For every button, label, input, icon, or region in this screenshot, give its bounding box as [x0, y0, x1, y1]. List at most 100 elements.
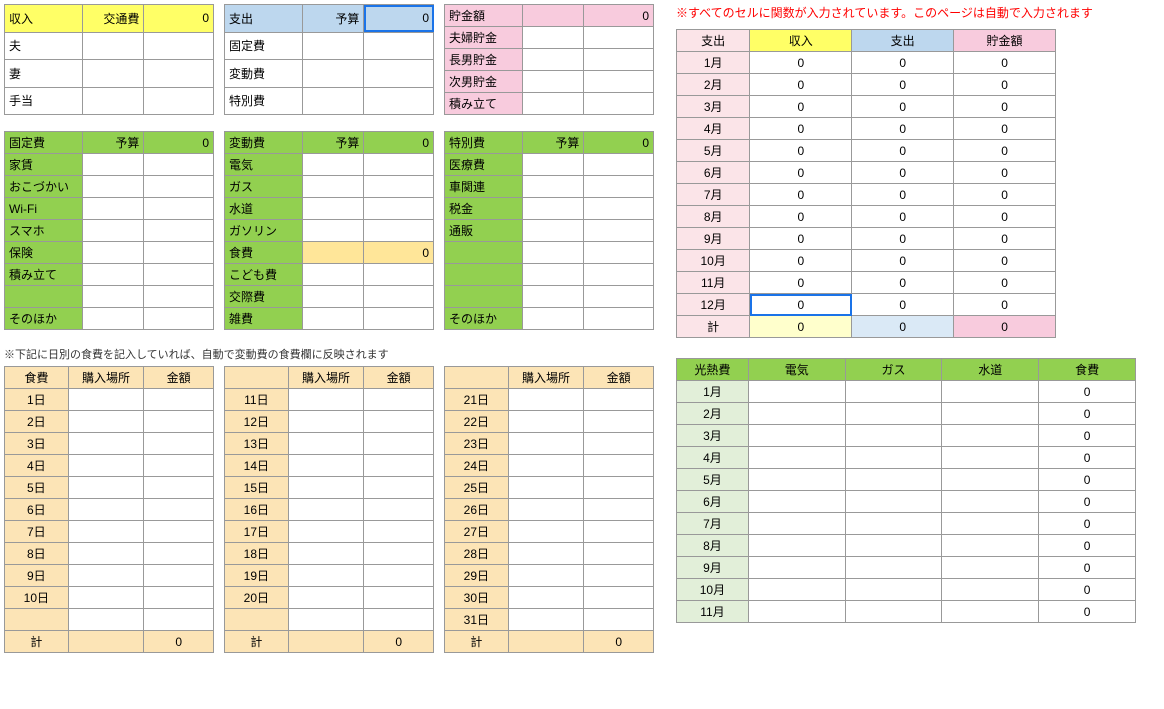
summary-income-cell[interactable]: 0	[750, 118, 852, 140]
daily-place-cell[interactable]	[508, 521, 584, 543]
daily-place-cell[interactable]	[508, 609, 584, 631]
util-elec-cell[interactable]	[748, 513, 845, 535]
daily-amount-cell[interactable]	[584, 521, 654, 543]
daily-amount-cell[interactable]	[144, 389, 214, 411]
daily-place-cell[interactable]	[288, 587, 364, 609]
daily-amount-cell[interactable]	[364, 543, 434, 565]
util-elec-cell[interactable]	[748, 469, 845, 491]
daily-place-cell[interactable]	[508, 411, 584, 433]
util-food-cell[interactable]: 0	[1039, 425, 1136, 447]
summary-income-cell[interactable]: 0	[750, 206, 852, 228]
util-water-cell[interactable]	[942, 491, 1039, 513]
daily-amount-cell[interactable]	[364, 455, 434, 477]
daily-place-cell[interactable]	[288, 543, 364, 565]
cell[interactable]	[584, 49, 654, 71]
cell[interactable]	[82, 87, 144, 115]
util-elec-cell[interactable]	[748, 535, 845, 557]
savings-value[interactable]: 0	[584, 5, 654, 27]
daily-amount-cell[interactable]	[584, 565, 654, 587]
util-gas-cell[interactable]	[845, 491, 942, 513]
summary-savings-cell[interactable]: 0	[954, 118, 1056, 140]
summary-expense-cell[interactable]: 0	[852, 162, 954, 184]
summary-savings-cell[interactable]: 0	[954, 206, 1056, 228]
daily-place-cell[interactable]	[508, 455, 584, 477]
variable-budget-value[interactable]: 0	[364, 132, 434, 154]
daily-amount-cell[interactable]	[144, 543, 214, 565]
util-elec-cell[interactable]	[748, 557, 845, 579]
summary-expense-cell[interactable]: 0	[852, 272, 954, 294]
daily-amount-cell[interactable]	[144, 587, 214, 609]
util-gas-cell[interactable]	[845, 469, 942, 491]
util-elec-cell[interactable]	[748, 491, 845, 513]
special-budget-value[interactable]: 0	[584, 132, 654, 154]
cell[interactable]	[302, 87, 364, 115]
util-water-cell[interactable]	[942, 601, 1039, 623]
util-water-cell[interactable]	[942, 425, 1039, 447]
daily-place-cell[interactable]	[68, 389, 144, 411]
daily-amount-cell[interactable]	[584, 477, 654, 499]
summary-income-cell[interactable]: 0	[750, 96, 852, 118]
daily-place-cell[interactable]	[288, 521, 364, 543]
util-food-cell[interactable]: 0	[1039, 403, 1136, 425]
daily-place-cell[interactable]	[68, 543, 144, 565]
daily-place-cell[interactable]	[288, 499, 364, 521]
daily-amount-cell[interactable]	[144, 477, 214, 499]
summary-income-cell[interactable]: 0	[750, 74, 852, 96]
util-elec-cell[interactable]	[748, 381, 845, 403]
daily-amount-cell[interactable]	[364, 433, 434, 455]
util-food-cell[interactable]: 0	[1039, 381, 1136, 403]
cell[interactable]	[302, 32, 364, 60]
cell[interactable]	[144, 32, 214, 60]
util-elec-cell[interactable]	[748, 579, 845, 601]
util-food-cell[interactable]: 0	[1039, 579, 1136, 601]
summary-income-cell[interactable]: 0	[750, 52, 852, 74]
summary-income-cell[interactable]: 0	[750, 140, 852, 162]
summary-expense-cell[interactable]: 0	[852, 96, 954, 118]
util-gas-cell[interactable]	[845, 557, 942, 579]
daily-amount-cell[interactable]	[584, 455, 654, 477]
income-subvalue[interactable]: 0	[144, 5, 214, 33]
cell[interactable]	[522, 71, 584, 93]
daily-place-cell[interactable]	[288, 389, 364, 411]
summary-income-cell[interactable]: 0	[750, 184, 852, 206]
summary-savings-cell[interactable]: 0	[954, 184, 1056, 206]
daily-place-cell[interactable]	[68, 565, 144, 587]
daily-amount-cell[interactable]	[584, 609, 654, 631]
daily-place-cell[interactable]	[288, 455, 364, 477]
daily-amount-cell[interactable]	[584, 433, 654, 455]
summary-income-cell[interactable]: 0	[750, 294, 852, 316]
util-elec-cell[interactable]	[748, 425, 845, 447]
daily-amount-cell[interactable]	[584, 587, 654, 609]
fixed-budget-value[interactable]: 0	[144, 132, 214, 154]
util-elec-cell[interactable]	[748, 403, 845, 425]
daily-place-cell[interactable]	[508, 543, 584, 565]
daily-place-cell[interactable]	[68, 521, 144, 543]
util-gas-cell[interactable]	[845, 403, 942, 425]
daily-place-cell[interactable]	[508, 477, 584, 499]
cell[interactable]	[364, 87, 434, 115]
daily-amount-cell[interactable]	[364, 499, 434, 521]
summary-savings-cell[interactable]: 0	[954, 52, 1056, 74]
daily-place-cell[interactable]	[508, 433, 584, 455]
summary-savings-cell[interactable]: 0	[954, 162, 1056, 184]
daily-place-cell[interactable]	[68, 587, 144, 609]
cell[interactable]	[522, 93, 584, 115]
daily-place-cell[interactable]	[288, 433, 364, 455]
daily-amount-cell[interactable]	[364, 477, 434, 499]
summary-expense-cell[interactable]: 0	[852, 228, 954, 250]
daily-place-cell[interactable]	[68, 499, 144, 521]
util-water-cell[interactable]	[942, 447, 1039, 469]
daily-amount-cell[interactable]	[584, 499, 654, 521]
summary-savings-cell[interactable]: 0	[954, 294, 1056, 316]
util-food-cell[interactable]: 0	[1039, 601, 1136, 623]
summary-expense-cell[interactable]: 0	[852, 140, 954, 162]
cell[interactable]	[144, 87, 214, 115]
cell[interactable]	[82, 32, 144, 60]
summary-expense-cell[interactable]: 0	[852, 52, 954, 74]
summary-expense-cell[interactable]: 0	[852, 74, 954, 96]
summary-savings-cell[interactable]: 0	[954, 250, 1056, 272]
util-food-cell[interactable]: 0	[1039, 513, 1136, 535]
daily-amount-cell[interactable]	[144, 565, 214, 587]
util-water-cell[interactable]	[942, 535, 1039, 557]
util-water-cell[interactable]	[942, 579, 1039, 601]
